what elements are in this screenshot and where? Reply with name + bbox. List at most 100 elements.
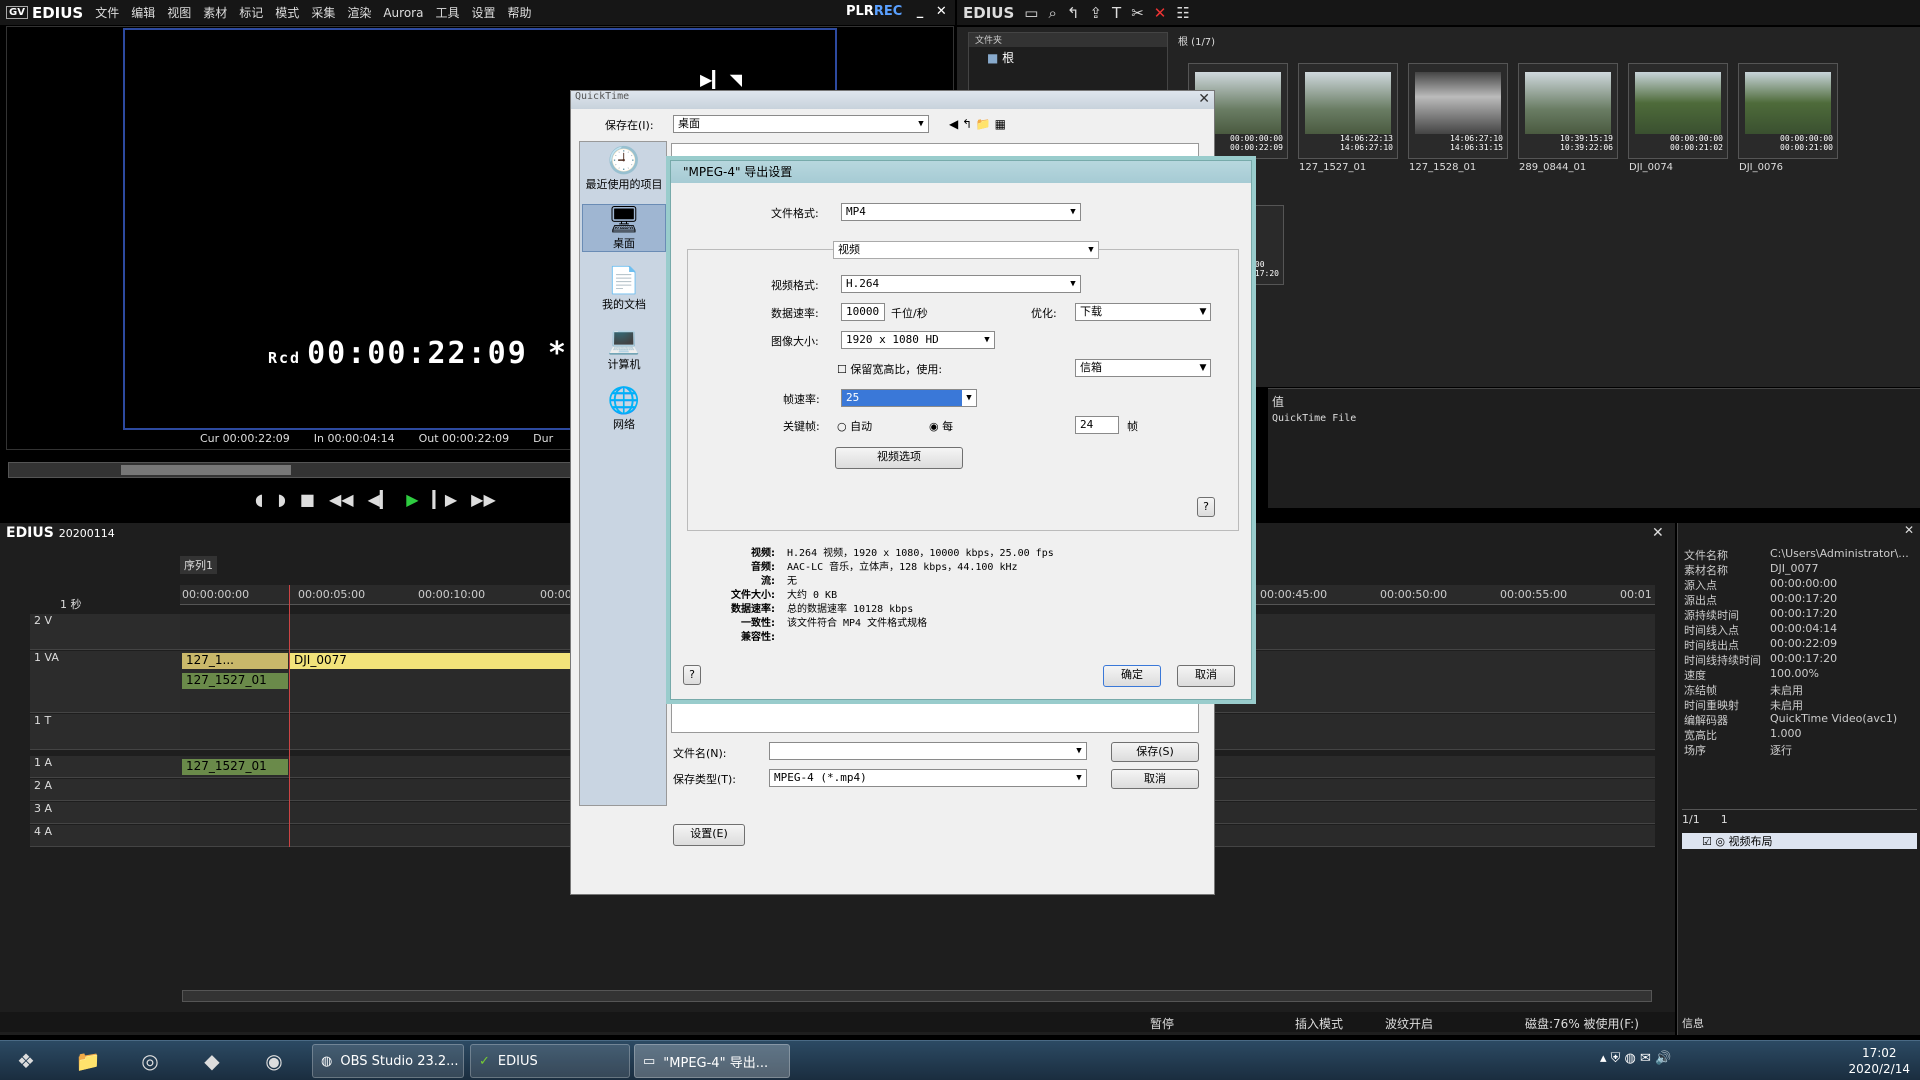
taskbar-edius[interactable]: ✓ EDIUS bbox=[470, 1044, 630, 1078]
filename-input[interactable]: ▼ bbox=[769, 742, 1087, 760]
menu-aurora[interactable]: Aurora bbox=[383, 6, 423, 20]
keyframe-auto-radio[interactable]: ○ 自动 bbox=[837, 418, 872, 434]
rewind-icon[interactable]: ◀◀ bbox=[329, 490, 354, 509]
keep-aspect-checkbox[interactable]: ☐ 保留宽高比，使用: bbox=[837, 361, 942, 377]
timeline-clip[interactable]: 127_1... bbox=[182, 653, 288, 669]
clip-thumb[interactable]: 14:06:27:10 14:06:31:15 127_1528_01 bbox=[1408, 63, 1508, 173]
fast-forward-icon[interactable]: ▶▶ bbox=[471, 490, 496, 509]
taskbar-obs[interactable]: ◍ OBS Studio 23.2... bbox=[312, 1044, 464, 1078]
chrome-icon[interactable]: ◉ bbox=[254, 1045, 294, 1077]
cancel-button[interactable]: 取消 bbox=[1111, 769, 1199, 789]
menu-capture[interactable]: 采集 bbox=[311, 4, 335, 21]
plr-rec-toggle[interactable]: PLRREC _ ✕ bbox=[846, 4, 947, 19]
scale-select[interactable]: 1 秒 bbox=[60, 596, 82, 612]
place-computer[interactable]: 💻 计算机 bbox=[582, 326, 666, 372]
menu-marker[interactable]: 标记 bbox=[239, 4, 263, 21]
folder-icon[interactable]: ▭ bbox=[1024, 4, 1038, 22]
close-icon[interactable]: ✕ bbox=[1678, 523, 1920, 547]
timeline-audio-clip[interactable]: 127_1527_01 bbox=[182, 759, 288, 775]
delete-icon[interactable]: ✕ bbox=[1154, 4, 1167, 22]
prop-header: 值 bbox=[1272, 395, 1285, 409]
frame-rate-select[interactable]: 25 ▼ bbox=[841, 389, 977, 407]
place-documents[interactable]: 📄 我的文档 bbox=[582, 266, 666, 312]
menu-settings[interactable]: 设置 bbox=[471, 4, 495, 21]
filetype-select[interactable]: MPEG-4 (*.mp4) ▼ bbox=[769, 769, 1087, 787]
mark-out-icon[interactable]: ◗ bbox=[277, 490, 285, 509]
nav-icons[interactable]: ◀ ↰ 📁 ▦ bbox=[949, 117, 1006, 131]
save-button[interactable]: 保存(S) bbox=[1111, 742, 1199, 762]
file-format-label: 文件格式: bbox=[771, 207, 819, 220]
close-icon[interactable]: ✕ bbox=[1198, 91, 1210, 107]
timeline-audio-clip[interactable]: 127_1527_01 bbox=[182, 673, 288, 689]
step-back-icon[interactable]: ◀▎ bbox=[368, 490, 393, 509]
track-1a[interactable]: 1 A bbox=[30, 756, 180, 778]
optimize-select[interactable]: 下载 ▼ bbox=[1075, 303, 1211, 321]
up-icon[interactable]: ↰ bbox=[1067, 4, 1080, 22]
track-2v[interactable]: 2 V bbox=[30, 614, 180, 650]
open-icon[interactable]: ⇪ bbox=[1089, 4, 1102, 22]
place-desktop[interactable]: 🖥 桌面 bbox=[582, 204, 666, 252]
track-1t[interactable]: 1 T bbox=[30, 714, 180, 750]
explorer-icon[interactable]: 📁 bbox=[68, 1045, 108, 1077]
menu-view[interactable]: 视图 bbox=[167, 4, 191, 21]
menu-edit[interactable]: 编辑 bbox=[131, 4, 155, 21]
clip-thumb[interactable]: 00:00:00:00 00:00:21:02 DJI_0074 bbox=[1628, 63, 1728, 173]
search-icon[interactable]: ⌕ bbox=[1048, 4, 1056, 22]
file-format-select[interactable]: MP4 ▼ bbox=[841, 203, 1081, 221]
stop-icon[interactable]: ■ bbox=[300, 490, 315, 509]
help-button[interactable]: ? bbox=[1197, 497, 1215, 517]
settings-button[interactable]: 设置(E) bbox=[673, 824, 745, 846]
track-2a[interactable]: 2 A bbox=[30, 779, 180, 801]
app-icon[interactable]: ◆ bbox=[192, 1045, 232, 1077]
tray-icons[interactable]: ▴ ⛨ ◍ ✉ 🔊 bbox=[1600, 1051, 1671, 1066]
info-row: 速度 100.00% bbox=[1684, 667, 1819, 682]
start-icon[interactable]: ❖ bbox=[6, 1045, 46, 1077]
menu-render[interactable]: 渲染 bbox=[347, 4, 371, 21]
cancel-button[interactable]: 取消 bbox=[1177, 665, 1235, 687]
track-4a[interactable]: 4 A bbox=[30, 825, 180, 847]
clip-thumb[interactable]: 14:06:22:13 14:06:27:10 127_1527_01 bbox=[1298, 63, 1398, 173]
menu-tools[interactable]: 工具 bbox=[435, 4, 459, 21]
image-size-select[interactable]: 1920 x 1080 HD ▼ bbox=[841, 331, 995, 349]
menu-help[interactable]: 帮助 bbox=[508, 4, 532, 21]
video-format-select[interactable]: H.264 ▼ bbox=[841, 275, 1081, 293]
info-panel: ✕ 文件名称 C:\Users\Administrator\... 素材名称 DJI… bbox=[1677, 523, 1920, 1035]
timeline-scrollbar[interactable] bbox=[182, 990, 1652, 1002]
cut-icon[interactable]: ✂ bbox=[1131, 4, 1144, 22]
system-clock[interactable]: 17:02 2020/2/14 bbox=[1848, 1045, 1910, 1077]
keyframe-every-input[interactable]: 24 bbox=[1075, 416, 1119, 434]
layout-item[interactable]: ☑ ◎ 视频布局 bbox=[1682, 833, 1917, 849]
clip-thumb[interactable]: 00:00:00:00 00:00:21:00 DJI_0076 bbox=[1738, 63, 1838, 173]
menu-mode[interactable]: 模式 bbox=[275, 4, 299, 21]
save-in-select[interactable]: 桌面 ▼ bbox=[673, 115, 929, 133]
ok-button[interactable]: 确定 bbox=[1103, 665, 1161, 687]
close-icon[interactable]: ✕ bbox=[1652, 525, 1664, 541]
playhead[interactable] bbox=[289, 585, 290, 847]
nox-icon[interactable]: ◎ bbox=[130, 1045, 170, 1077]
title-icon[interactable]: T bbox=[1112, 4, 1121, 22]
play-icon[interactable]: ▶ bbox=[406, 490, 418, 509]
info-row: 源出点 00:00:17:20 bbox=[1684, 592, 1838, 607]
menu-clip[interactable]: 素材 bbox=[203, 4, 227, 21]
step-forward-icon[interactable]: ▎▶ bbox=[433, 490, 458, 509]
track-1va[interactable]: 1 VA bbox=[30, 651, 180, 713]
menu-file[interactable]: 文件 bbox=[95, 4, 119, 21]
letterbox-select[interactable]: 信箱 ▼ bbox=[1075, 359, 1211, 377]
tab-sequence[interactable]: 序列1 bbox=[180, 556, 217, 574]
section-select[interactable]: 视频 ▼ bbox=[833, 241, 1099, 259]
clip-thumb[interactable]: 00:00:00 00:00:17:20 bbox=[1226, 205, 1284, 285]
folder-root[interactable]: ■ 根 bbox=[969, 47, 1167, 68]
clip-thumb[interactable]: 10:39:15:19 10:39:22:06 289_0844_01 bbox=[1518, 63, 1618, 173]
track-3a[interactable]: 3 A bbox=[30, 802, 180, 824]
help-button[interactable]: ? bbox=[683, 665, 701, 685]
view-icon[interactable]: ☷ bbox=[1176, 4, 1189, 22]
desktop-icon: 🖥 bbox=[607, 205, 641, 235]
video-options-button[interactable]: 视频选项 bbox=[835, 447, 963, 469]
mark-in-icon[interactable]: ◖ bbox=[255, 490, 263, 509]
keyframe-every-radio[interactable]: ◉ 每 bbox=[929, 418, 953, 434]
place-recent[interactable]: 🕘 最近使用的项目 bbox=[582, 146, 666, 192]
taskbar-mpeg4[interactable]: ▭ "MPEG-4" 导出... bbox=[634, 1044, 790, 1078]
place-network[interactable]: 🌐 网络 bbox=[582, 386, 666, 432]
data-rate-input[interactable]: 10000 bbox=[841, 303, 885, 321]
save-in-label: 保存在(I): bbox=[605, 119, 654, 132]
